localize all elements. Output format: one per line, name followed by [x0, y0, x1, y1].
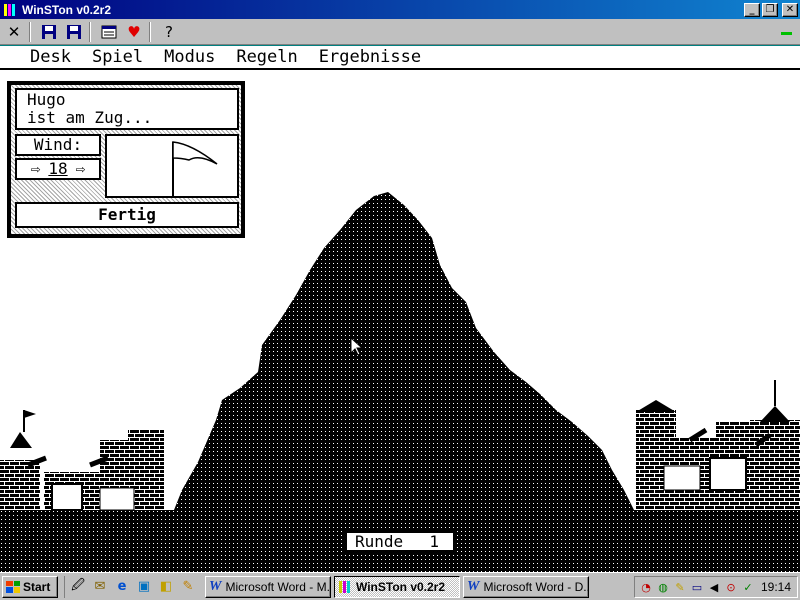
system-tray: ◔ ◍ ✎ ▭ ◀ ⊙ ✓ 19:14: [634, 576, 798, 598]
toolbar-separator: [89, 21, 91, 42]
quick-launch: 🖉 ✉ e ▣ ◧ ✎: [64, 575, 197, 598]
explorer-icon[interactable]: ◧: [157, 578, 175, 596]
done-button[interactable]: Fertig: [15, 202, 239, 228]
status-indicator: [781, 32, 792, 35]
save-as-icon[interactable]: [63, 21, 85, 43]
volume-icon[interactable]: ◀: [707, 580, 721, 594]
maximize-button[interactable]: ❐: [762, 2, 778, 17]
task-label: Microsoft Word - D...: [483, 579, 589, 594]
app-toolbar: ✕ ♥ ?: [0, 19, 800, 45]
menu-bar: Desk Spiel Modus Regeln Ergebnisse: [0, 46, 800, 70]
right-castle: [636, 380, 800, 510]
network-icon[interactable]: ◍: [656, 580, 670, 594]
minimize-button[interactable]: _: [744, 2, 760, 17]
menu-desk[interactable]: Desk: [30, 47, 71, 67]
edit-icon[interactable]: ✎: [179, 578, 197, 596]
toolbar-separator: [29, 21, 31, 42]
wind-flag-display: [105, 134, 239, 198]
menu-spiel[interactable]: Spiel: [92, 47, 143, 67]
task-label: WinSTon v0.2r2: [356, 579, 446, 594]
task-word-1[interactable]: W Microsoft Word - M...: [205, 575, 331, 598]
round-label: Runde: [355, 532, 404, 551]
mouse-cursor-icon: [350, 337, 364, 356]
windows-logo-icon: [6, 580, 20, 593]
start-label: Start: [23, 579, 51, 594]
outlook-icon[interactable]: ✉: [91, 578, 109, 596]
task-label: Microsoft Word - M...: [225, 579, 331, 594]
wind-flag-icon: [172, 141, 218, 196]
settings-icon[interactable]: [98, 21, 120, 43]
heart-icon[interactable]: ♥: [123, 21, 145, 43]
channels-icon[interactable]: ▣: [135, 578, 153, 596]
close-button[interactable]: ✕: [782, 2, 798, 17]
game-screen[interactable]: Desk Spiel Modus Regeln Ergebnisse Hugo …: [0, 46, 800, 572]
word-icon: W: [209, 578, 222, 594]
menu-regeln[interactable]: Regeln: [236, 47, 297, 67]
round-indicator: Runde 1: [345, 531, 455, 552]
player-panel: Hugo ist am Zug... Wind: ⇨ 18 ⇨ Fertig: [7, 81, 245, 238]
menu-modus[interactable]: Modus: [164, 47, 215, 67]
wind-arrow-left-icon: ⇨: [30, 159, 41, 178]
scheduler-icon[interactable]: ◔: [639, 580, 653, 594]
close-x-icon[interactable]: ✕: [3, 21, 25, 43]
app-icon: [339, 580, 350, 593]
desktop-icon[interactable]: 🖉: [69, 578, 87, 596]
taskbar: Start 🖉 ✉ e ▣ ◧ ✎ W Microsoft Word - M..…: [0, 572, 800, 600]
wind-label: Wind:: [15, 134, 101, 156]
wind-value-box: ⇨ 18 ⇨: [15, 158, 101, 180]
help-icon[interactable]: ?: [158, 21, 180, 43]
agent-icon[interactable]: ✓: [741, 580, 755, 594]
clock: 19:14: [760, 580, 791, 594]
window-titlebar[interactable]: WinSTon v0.2r2 _ ❐ ✕: [0, 0, 800, 19]
wind-arrow-right-icon: ⇨: [75, 159, 86, 178]
task-word-2[interactable]: W Microsoft Word - D...: [463, 575, 589, 598]
display-icon[interactable]: ▭: [690, 580, 704, 594]
task-winston[interactable]: WinSTon v0.2r2: [334, 575, 460, 598]
antivirus-icon[interactable]: ⊙: [724, 580, 738, 594]
word-icon: W: [467, 578, 480, 594]
start-button[interactable]: Start: [2, 575, 58, 598]
mountain: [172, 192, 640, 522]
player-status: Hugo ist am Zug...: [15, 88, 239, 130]
ie-icon[interactable]: e: [113, 578, 131, 596]
save-icon[interactable]: [38, 21, 60, 43]
wind-value: 18: [48, 159, 68, 178]
left-castle: [0, 410, 164, 511]
pen-icon[interactable]: ✎: [673, 580, 687, 594]
window-title: WinSTon v0.2r2: [22, 2, 112, 17]
menu-ergebnisse[interactable]: Ergebnisse: [319, 47, 421, 67]
turn-text: ist am Zug...: [27, 108, 153, 127]
toolbar-separator: [149, 21, 151, 42]
round-value: 1: [429, 532, 439, 551]
app-icon: [2, 2, 18, 18]
player-name: Hugo: [27, 90, 66, 109]
